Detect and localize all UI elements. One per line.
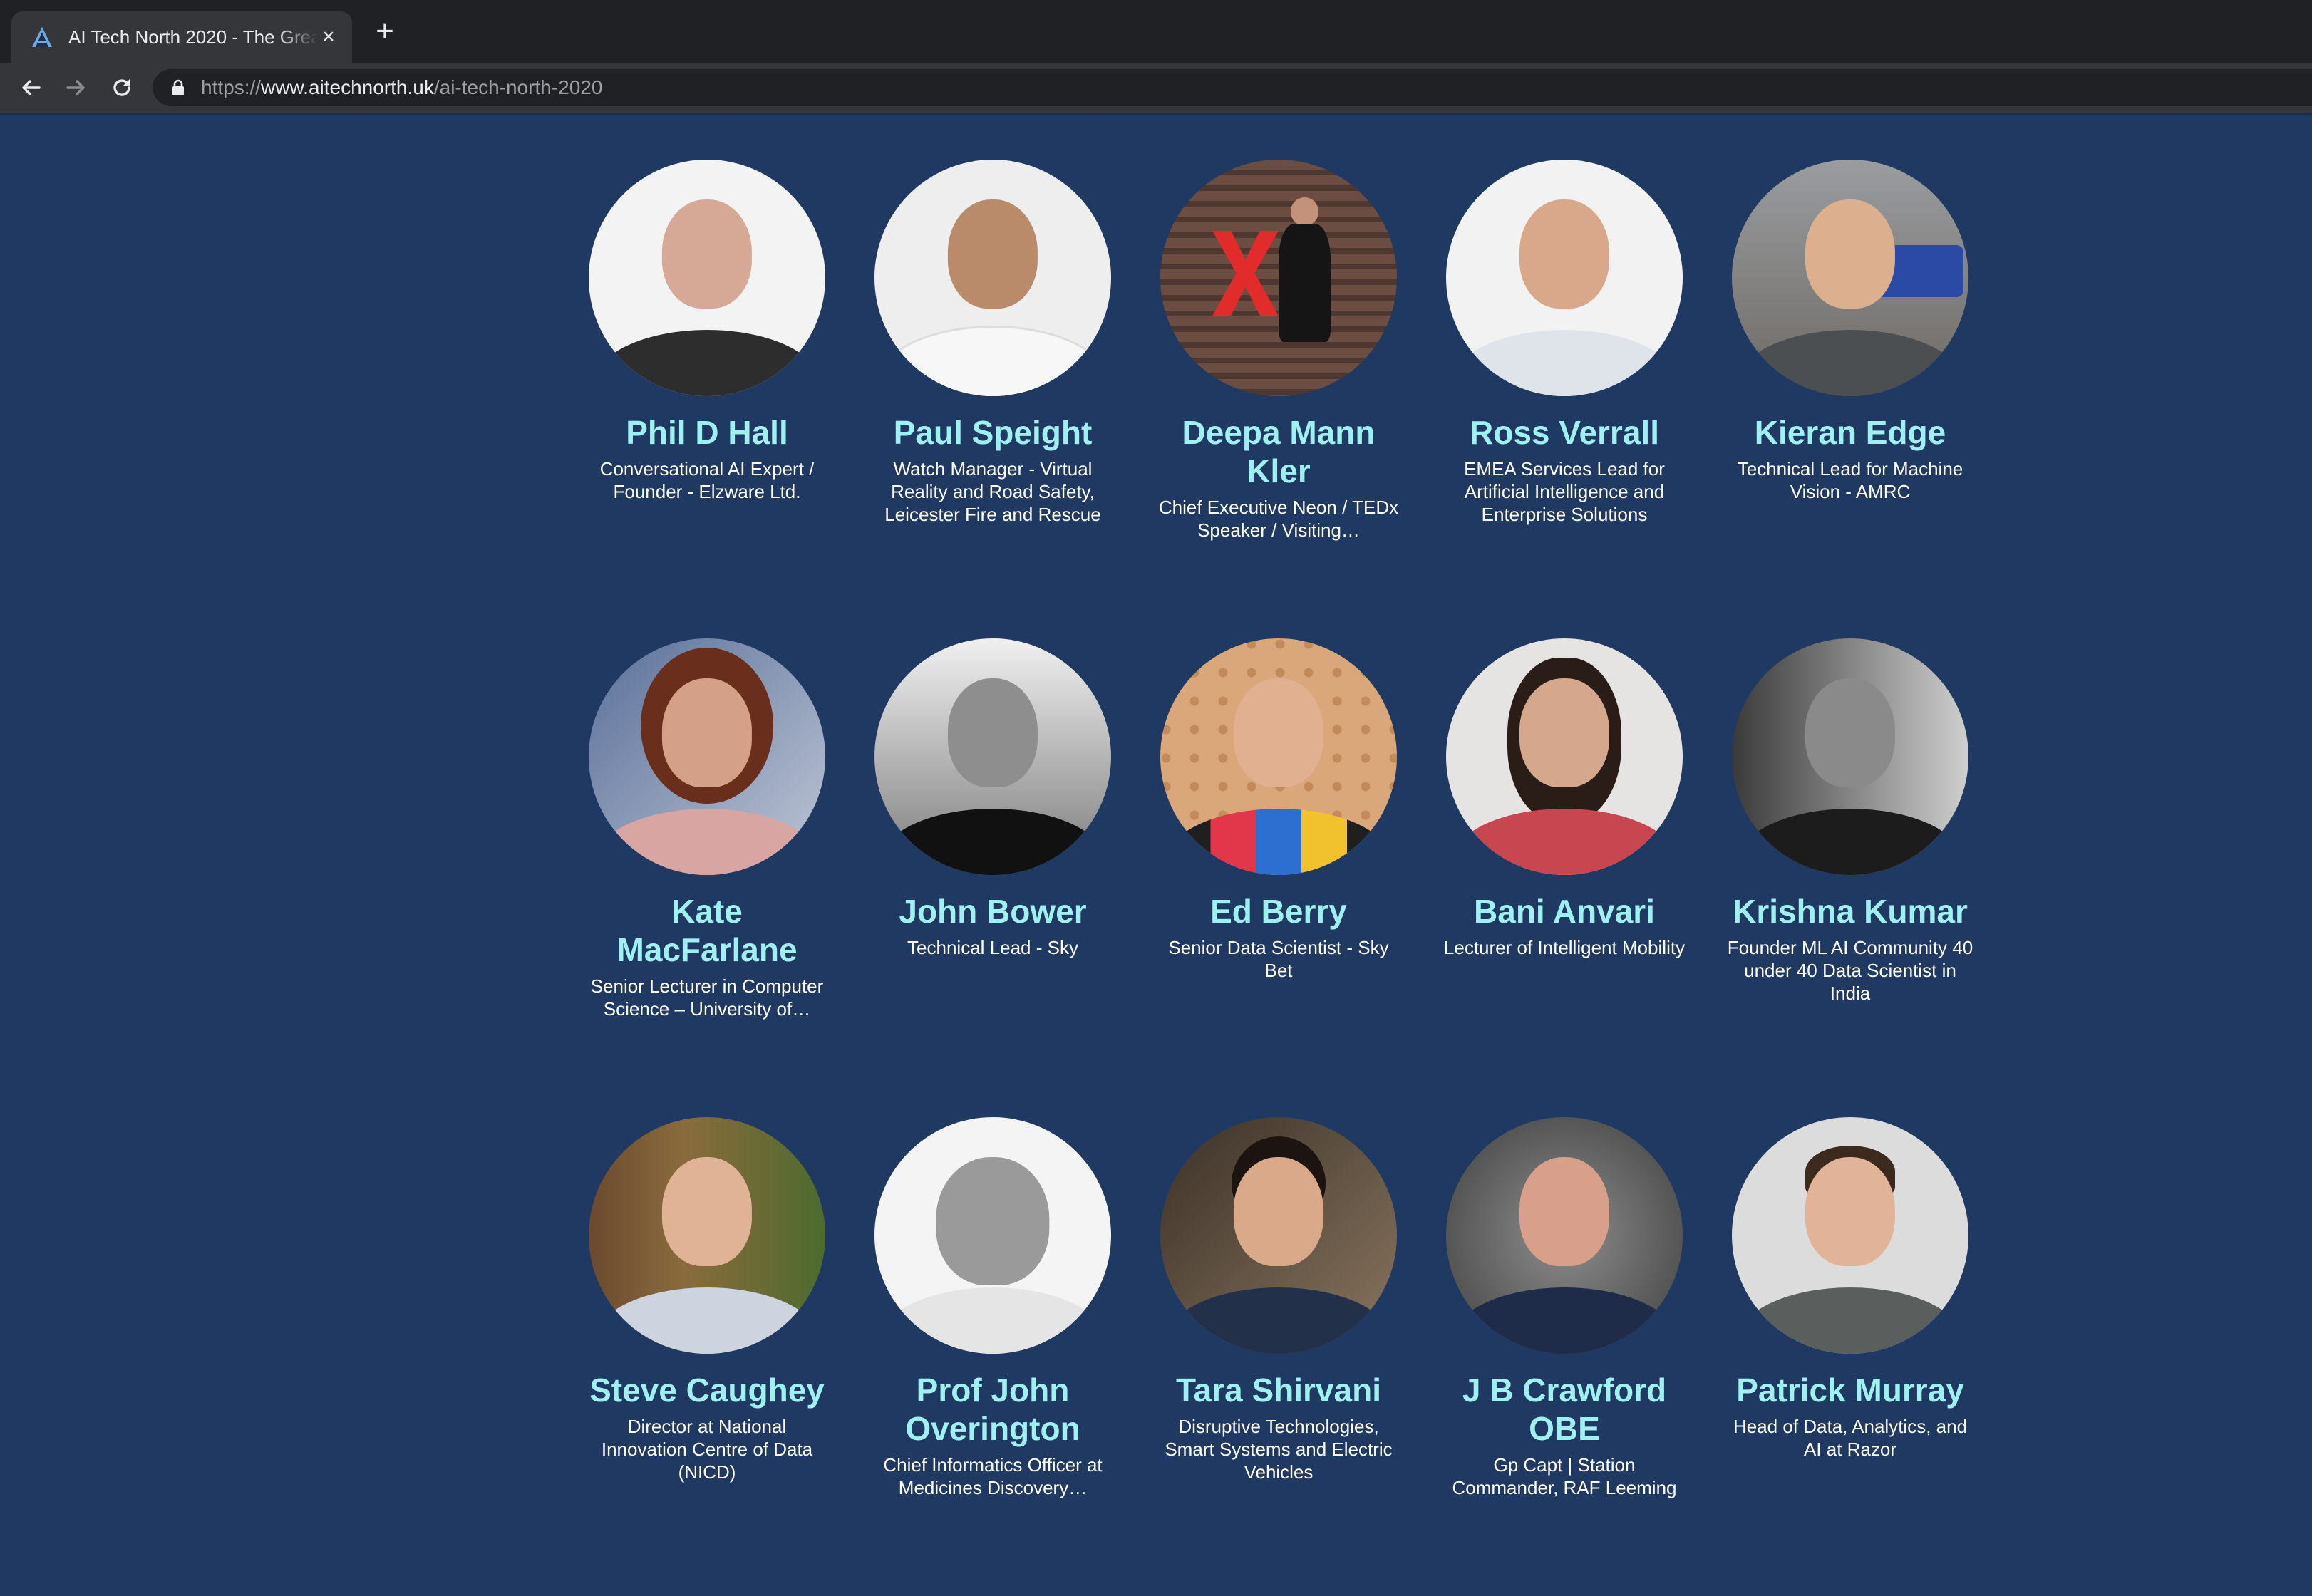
address-bar[interactable]: https://www.aitechnorth.uk/ai-tech-north… [153, 69, 2312, 106]
speaker-name: Patrick Murray [1736, 1372, 1964, 1409]
speaker-role: Chief Informatics Officer at Medicines D… [883, 1454, 1103, 1498]
speaker-role: Lecturer of Intelligent Mobility [1443, 937, 1686, 958]
speaker-role: Chief Executive Neon / TEDx Speaker / Vi… [1158, 497, 1399, 541]
speaker-role: Conversational AI Expert / Founder - Elz… [599, 458, 815, 502]
speaker-role: Technical Lead - Sky [907, 937, 1078, 958]
speaker-photo [874, 1117, 1111, 1354]
speaker-role: Head of Data, Analytics, and AI at Razor [1733, 1416, 1968, 1460]
speaker-card[interactable]: Ed Berry Senior Data Scientist - Sky Bet [1150, 638, 1407, 982]
speaker-name: Ross Verrall [1470, 414, 1659, 451]
speaker-photo [1446, 638, 1683, 875]
speaker-card[interactable]: Steve Caughey Director at National Innov… [579, 1117, 835, 1483]
speaker-photo [1732, 638, 1968, 875]
speaker-photo [1160, 160, 1397, 396]
speaker-role: Director at National Innovation Centre o… [601, 1416, 813, 1483]
speaker-card[interactable]: Phil D Hall Conversational AI Expert / F… [579, 160, 835, 503]
reload-icon[interactable] [107, 73, 137, 103]
page-top-shadow [0, 113, 2312, 117]
speaker-card[interactable]: Kieran Edge Technical Lead for Machine V… [1722, 160, 1978, 503]
speaker-card[interactable]: John Bower Technical Lead - Sky [865, 638, 1121, 959]
tab-title: AI Tech North 2020 - The Great [68, 26, 318, 48]
browser-tab[interactable]: AI Tech North 2020 - The Great × [11, 11, 352, 63]
speaker-card[interactable]: J B Crawford OBE Gp Capt | Station Comma… [1436, 1117, 1693, 1499]
speaker-name: Ed Berry [1210, 893, 1347, 930]
forward-icon[interactable] [61, 73, 91, 103]
browser-tabstrip: AI Tech North 2020 - The Great × + [0, 0, 2312, 63]
speaker-name: John Bower [899, 893, 1087, 930]
speaker-card[interactable]: Tara Shirvani Disruptive Technologies, S… [1150, 1117, 1407, 1483]
url-text: https://www.aitechnorth.uk/ai-tech-north… [201, 76, 603, 98]
speaker-photo [874, 638, 1111, 875]
speaker-card[interactable]: Bani Anvari Lecturer of Intelligent Mobi… [1436, 638, 1693, 959]
speaker-role: Senior Lecturer in Computer Science – Un… [590, 975, 824, 1020]
speaker-card[interactable]: Patrick Murray Head of Data, Analytics, … [1722, 1117, 1978, 1461]
speaker-card[interactable]: Kate MacFarlane Senior Lecturer in Compu… [579, 638, 835, 1020]
speaker-photo [589, 1117, 825, 1354]
close-tab-icon[interactable]: × [316, 25, 341, 49]
speaker-name: Kate MacFarlane [616, 893, 798, 968]
lock-icon [171, 79, 185, 96]
speaker-role: Watch Manager - Virtual Reality and Road… [884, 458, 1101, 525]
speaker-name: Steve Caughey [589, 1372, 825, 1409]
speaker-card[interactable]: Prof John Overington Chief Informatics O… [865, 1117, 1121, 1499]
speaker-name: Deepa Mann Kler [1182, 414, 1376, 489]
speaker-name: Prof John Overington [905, 1372, 1080, 1447]
speaker-card[interactable]: Krishna Kumar Founder ML AI Community 40… [1722, 638, 1978, 1005]
browser-toolbar: https://www.aitechnorth.uk/ai-tech-north… [0, 63, 2312, 113]
speaker-photo [1446, 1117, 1683, 1354]
back-icon[interactable] [16, 73, 46, 103]
speaker-role: Gp Capt | Station Commander, RAF Leeming [1452, 1454, 1677, 1498]
speaker-name: J B Crawford OBE [1462, 1372, 1667, 1447]
speaker-photo [1732, 1117, 1968, 1354]
speaker-card[interactable]: Deepa Mann Kler Chief Executive Neon / T… [1150, 160, 1407, 542]
speaker-photo [1160, 1117, 1397, 1354]
speaker-photo [1732, 160, 1968, 396]
aitechnorth-logo-icon [30, 25, 54, 49]
speaker-role: Founder ML AI Community 40 under 40 Data… [1727, 937, 1973, 1004]
speaker-name: Paul Speight [893, 414, 1093, 451]
speaker-role: Senior Data Scientist - Sky Bet [1168, 937, 1389, 981]
speaker-name: Tara Shirvani [1175, 1372, 1382, 1409]
speaker-name: Phil D Hall [626, 414, 788, 451]
speaker-name: Bani Anvari [1474, 893, 1655, 930]
speaker-photo [874, 160, 1111, 396]
speaker-role: Technical Lead for Machine Vision - AMRC [1737, 458, 1963, 502]
speaker-name: Krishna Kumar [1733, 893, 1968, 930]
speaker-card[interactable]: Paul Speight Watch Manager - Virtual Rea… [865, 160, 1121, 526]
speaker-photo [589, 160, 825, 396]
new-tab-button[interactable]: + [372, 16, 398, 47]
speaker-photo [1446, 160, 1683, 396]
speaker-role: Disruptive Technologies, Smart Systems a… [1165, 1416, 1393, 1483]
speaker-card[interactable]: Ross Verrall EMEA Services Lead for Arti… [1436, 160, 1693, 526]
speaker-name: Kieran Edge [1754, 414, 1946, 451]
speaker-role: EMEA Services Lead for Artificial Intell… [1464, 458, 1665, 525]
speaker-photo [1160, 638, 1397, 875]
speaker-photo [589, 638, 825, 875]
